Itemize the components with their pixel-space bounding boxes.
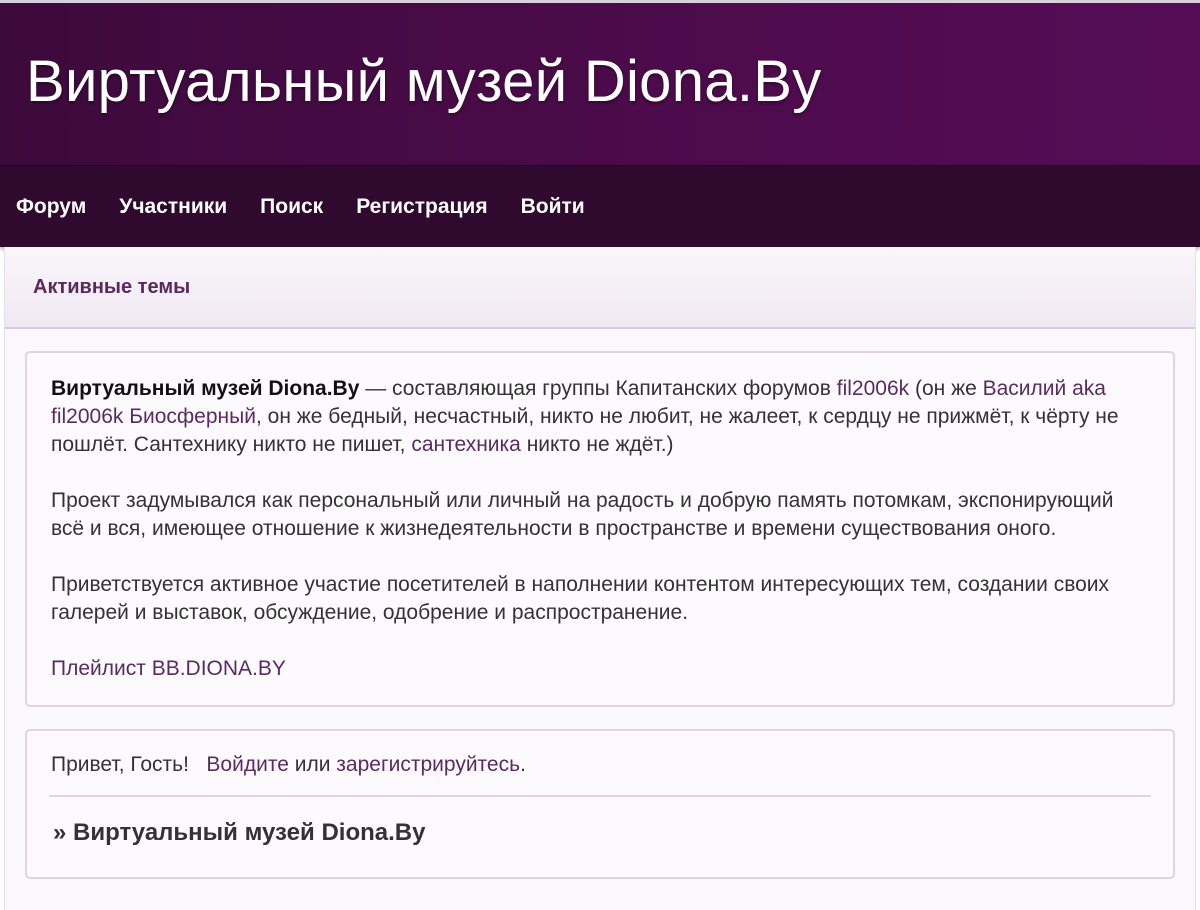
breadcrumb[interactable]: » Виртуальный музей Diona.By: [49, 819, 1151, 847]
nav-login[interactable]: Войти: [521, 195, 585, 219]
nav-forum[interactable]: Форум: [16, 195, 86, 219]
guest-greeting: Привет, Гость!: [51, 753, 189, 776]
content-area: Активные темы Виртуальный музей Diona.By…: [4, 247, 1196, 910]
description-text: никто не ждёт.): [520, 433, 674, 456]
forum-name: Виртуальный музей Diona.By: [51, 377, 360, 400]
forum-description: Виртуальный музей Diona.By — составляюща…: [25, 351, 1175, 707]
nav-search[interactable]: Поиск: [260, 195, 323, 219]
page: Виртуальный музей Diona.By Форум Участни…: [0, 0, 1200, 910]
guest-panel: Привет, Гость! Войдите или зарегистрируй…: [25, 729, 1175, 879]
description-paragraph-2: Проект задумывался как персональный или …: [51, 489, 1114, 540]
playlist-link[interactable]: Плейлист BB.DIONA.BY: [51, 657, 286, 680]
main-navbar: Форум Участники Поиск Регистрация Войти: [0, 165, 1200, 247]
active-topics-link[interactable]: Активные темы: [33, 276, 190, 299]
santehnika-link[interactable]: сантехника: [411, 433, 521, 456]
fil2006k-link[interactable]: fil2006k: [837, 377, 909, 400]
active-topics-bar: Активные темы: [5, 247, 1195, 329]
guest-greeting-line: Привет, Гость! Войдите или зарегистрируй…: [49, 749, 1151, 781]
nav-members[interactable]: Участники: [119, 195, 227, 219]
guest-register-link[interactable]: зарегистрируйтесь: [336, 753, 520, 776]
description-text: — составляющая группы Капитанских форумо…: [359, 377, 837, 400]
description-paragraph-3: Приветствуется активное участие посетите…: [51, 573, 1110, 624]
guest-or-text: или: [294, 753, 331, 776]
playlist-paragraph: Плейлист BB.DIONA.BY: [51, 655, 1149, 683]
description-text: (он же: [909, 377, 983, 400]
site-header: Виртуальный музей Diona.By: [0, 3, 1200, 165]
description-paragraph-1: Виртуальный музей Diona.By — составляюща…: [51, 375, 1149, 459]
nav-register[interactable]: Регистрация: [356, 195, 487, 219]
guest-period: .: [520, 753, 526, 776]
guest-login-link[interactable]: Войдите: [206, 753, 288, 776]
site-title[interactable]: Виртуальный музей Diona.By: [26, 48, 822, 115]
guest-divider: [49, 795, 1151, 797]
